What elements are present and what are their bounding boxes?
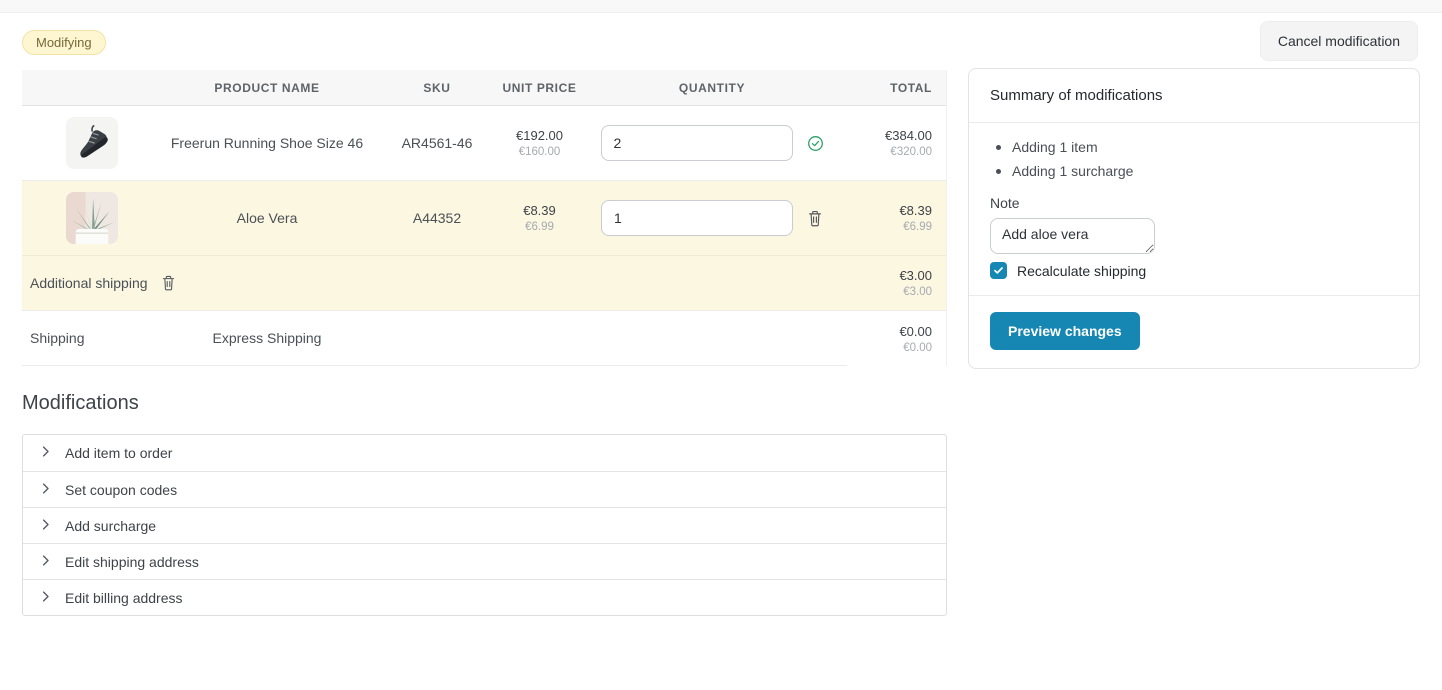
summary-of-modifications-card: Summary of modifications Adding 1 item A… [968,68,1420,369]
column-header-product-name: PRODUCT NAME [162,81,372,95]
trash-icon[interactable] [807,210,823,227]
preview-changes-button[interactable]: Preview changes [990,312,1140,350]
chevron-right-icon [38,553,53,571]
chevron-right-icon [38,517,53,535]
product-image-aloe [66,192,118,244]
unit-price-gross: €192.00 [502,128,577,143]
recalculate-shipping-label: Recalculate shipping [1017,263,1146,279]
cancel-modification-button[interactable]: Cancel modification [1260,21,1418,61]
unit-price-net: €6.99 [502,221,577,233]
line-total-net: €320.00 [847,146,932,158]
accordion-item-label: Edit shipping address [65,554,199,570]
chevron-right-icon [38,444,53,462]
table-row-shipping: Shipping Express Shipping €0.00 €0.00 [22,311,946,366]
quantity-input[interactable] [601,200,793,236]
modifications-accordion: Add item to order Set coupon codes Add s… [22,434,947,616]
column-header-quantity: QUANTITY [577,81,847,95]
surcharge-label: Additional shipping [30,275,148,291]
shipping-total-gross: €0.00 [847,324,932,339]
line-total-net: €6.99 [847,221,932,233]
product-name: Freerun Running Shoe Size 46 [162,135,372,151]
order-items-table: PRODUCT NAME SKU UNIT PRICE QUANTITY TOT… [22,70,947,366]
surcharge-total-net: €3.00 [847,286,932,298]
surcharge-total-gross: €3.00 [847,268,932,283]
accordion-add-surcharge[interactable]: Add surcharge [23,507,946,543]
note-label: Note [990,195,1398,211]
accordion-item-label: Add surcharge [65,518,156,534]
status-badge: Modifying [22,30,106,55]
accordion-item-label: Edit billing address [65,590,183,606]
table-row-surcharge: Additional shipping €3.00 €3.00 [22,256,946,311]
recalculate-shipping-checkbox[interactable]: Recalculate shipping [990,262,1398,279]
page-header: Modifying Cancel modification [22,13,1420,70]
top-bar [0,0,1442,13]
accordion-item-label: Add item to order [65,445,172,461]
column-header-unit-price: UNIT PRICE [502,81,577,95]
shipping-total-net: €0.00 [847,342,932,354]
product-sku: A44352 [372,210,502,226]
unit-price-net: €160.00 [502,146,577,158]
modifications-title: Modifications [22,392,947,415]
table-header-row: PRODUCT NAME SKU UNIT PRICE QUANTITY TOT… [22,70,946,106]
product-sku: AR4561-46 [372,135,502,151]
trash-icon[interactable] [161,275,176,291]
line-total-gross: €8.39 [847,203,932,218]
shipping-method: Express Shipping [162,311,372,366]
summary-bullet-list: Adding 1 item Adding 1 surcharge [990,135,1398,183]
quantity-input[interactable] [601,125,793,161]
product-name: Aloe Vera [162,210,372,226]
shipping-label: Shipping [22,311,162,366]
aloe-vera-image [66,192,118,244]
accordion-item-label: Set coupon codes [65,482,177,498]
summary-bullet-item: Adding 1 item [990,135,1398,159]
accordion-add-item-to-order[interactable]: Add item to order [23,435,946,471]
table-row-product-shoe: Freerun Running Shoe Size 46 AR4561-46 €… [22,106,946,181]
order-modification-page: Modifying Cancel modification PRODUCT NA… [0,13,1442,616]
note-textarea[interactable]: Add aloe vera [990,218,1155,254]
accordion-set-coupon-codes[interactable]: Set coupon codes [23,471,946,507]
chevron-right-icon [38,589,53,607]
summary-bullet-item: Adding 1 surcharge [990,159,1398,183]
summary-title: Summary of modifications [969,69,1419,123]
chevron-right-icon [38,481,53,499]
table-row-product-aloe: Aloe Vera A44352 €8.39 €6.99 [22,181,946,256]
product-image-shoe [66,117,118,169]
column-header-total: TOTAL [847,81,947,95]
column-header-sku: SKU [372,81,502,95]
checkmark-icon [990,262,1007,279]
line-total-gross: €384.00 [847,128,932,143]
unit-price-gross: €8.39 [502,203,577,218]
sneaker-image [69,120,115,166]
accordion-edit-billing-address[interactable]: Edit billing address [23,579,946,615]
check-circle-icon [807,135,824,152]
accordion-edit-shipping-address[interactable]: Edit shipping address [23,543,946,579]
